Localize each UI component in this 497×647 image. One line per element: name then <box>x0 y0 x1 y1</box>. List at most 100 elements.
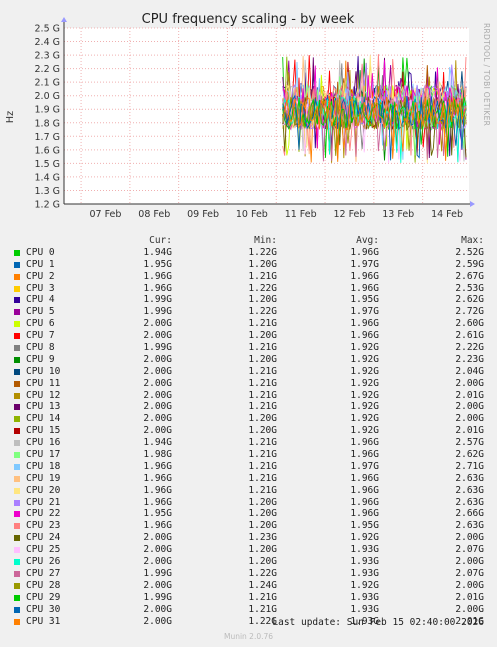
legend-avg-value: 1.96G <box>350 508 379 520</box>
legend-cur-value: 2.00G <box>143 603 172 615</box>
y-tick-label: 1.6 G <box>35 145 61 156</box>
legend-row: CPU 26 2.00G 1.20G 1.93G 2.00G <box>0 556 497 568</box>
legend-max-value: 2.67G <box>455 270 484 282</box>
legend-max-value: 2.01G <box>455 425 484 437</box>
legend-avg-value: 1.96G <box>350 437 379 449</box>
legend-series-name: CPU 13 <box>26 401 61 413</box>
legend-max-value: 2.63G <box>455 484 484 496</box>
legend-cur-value: 2.00G <box>143 532 172 544</box>
legend-cur-value: 1.94G <box>143 246 172 258</box>
legend-series-name: CPU 5 <box>26 306 55 318</box>
legend-min-value: 1.20G <box>248 330 277 342</box>
legend-cur-value: 1.99G <box>143 591 172 603</box>
legend-cur-value: 1.98G <box>143 449 172 461</box>
y-tick-label: 2.5 G <box>35 24 61 35</box>
x-tick-label: 10 Feb <box>236 209 268 220</box>
legend-avg-value: 1.92G <box>350 365 379 377</box>
legend-row: CPU 7 2.00G 1.20G 1.96G 2.61G <box>0 330 497 342</box>
legend-row: CPU 13 2.00G 1.21G 1.92G 2.00G <box>0 401 497 413</box>
legend-avg-value: 1.97G <box>350 306 379 318</box>
legend-swatch <box>14 404 20 411</box>
legend-series-name: CPU 2 <box>26 270 55 282</box>
legend-max-value: 2.07G <box>455 567 484 579</box>
legend-avg-value: 1.93G <box>350 591 379 603</box>
legend-cur-value: 1.96G <box>143 520 172 532</box>
legend-avg-value: 1.92G <box>350 389 379 401</box>
legend-swatch <box>14 487 20 494</box>
legend-swatch <box>14 392 20 399</box>
legend-row: CPU 3 1.96G 1.22G 1.96G 2.53G <box>0 283 497 295</box>
legend-cur-value: 1.99G <box>143 567 172 579</box>
legend-row: CPU 27 1.99G 1.22G 1.93G 2.07G <box>0 568 497 580</box>
legend-swatch <box>14 440 20 447</box>
y-tick-label: 2.4 G <box>35 37 61 48</box>
legend-max-value: 2.01G <box>455 389 484 401</box>
legend-max-value: 2.00G <box>455 377 484 389</box>
legend-avg-value: 1.97G <box>350 258 379 270</box>
legend-min-value: 1.21G <box>248 449 277 461</box>
y-tick-label: 1.2 G <box>35 200 61 211</box>
legend-avg-value: 1.92G <box>350 532 379 544</box>
legend-min-value: 1.22G <box>248 567 277 579</box>
x-tick-label: 09 Feb <box>187 209 219 220</box>
legend-row: CPU 2 1.96G 1.21G 1.96G 2.67G <box>0 271 497 283</box>
legend-min-value: 1.20G <box>248 544 277 556</box>
legend-cur-value: 2.00G <box>143 401 172 413</box>
y-tick-label: 1.4 G <box>35 172 61 183</box>
legend-swatch <box>14 594 20 601</box>
y-tick-label: 2.3 G <box>35 51 61 62</box>
legend-avg-value: 1.95G <box>350 294 379 306</box>
legend-row: CPU 29 1.99G 1.21G 1.93G 2.01G <box>0 592 497 604</box>
legend-cur-value: 2.00G <box>143 615 172 627</box>
legend-cur-value: 1.99G <box>143 306 172 318</box>
legend-swatch <box>14 582 20 589</box>
legend-avg-value: 1.93G <box>350 567 379 579</box>
legend-series-name: CPU 9 <box>26 353 55 365</box>
legend-cur-value: 2.00G <box>143 544 172 556</box>
legend-avg-value: 1.95G <box>350 520 379 532</box>
legend-min-value: 1.20G <box>248 425 277 437</box>
legend-series-name: CPU 1 <box>26 258 55 270</box>
legend-series-name: CPU 7 <box>26 330 55 342</box>
legend-swatch <box>14 523 20 530</box>
legend-max-value: 2.63G <box>455 520 484 532</box>
legend-max-value: 2.00G <box>455 603 484 615</box>
legend-swatch <box>14 273 20 280</box>
legend-row: CPU 17 1.98G 1.21G 1.96G 2.62G <box>0 449 497 461</box>
legend-avg-value: 1.96G <box>350 449 379 461</box>
legend-swatch <box>14 570 20 577</box>
legend-max-value: 2.72G <box>455 306 484 318</box>
legend-min-value: 1.20G <box>248 413 277 425</box>
legend-max-value: 2.57G <box>455 437 484 449</box>
legend-row: CPU 5 1.99G 1.22G 1.97G 2.72G <box>0 306 497 318</box>
legend-row: CPU 9 2.00G 1.20G 1.92G 2.23G <box>0 354 497 366</box>
y-tick-label: 1.7 G <box>35 132 61 143</box>
legend-avg-value: 1.96G <box>350 472 379 484</box>
legend-avg-value: 1.93G <box>350 603 379 615</box>
legend-series-name: CPU 21 <box>26 496 61 508</box>
legend-min-value: 1.20G <box>248 258 277 270</box>
legend-cur-value: 1.95G <box>143 258 172 270</box>
legend-min-value: 1.21G <box>248 591 277 603</box>
legend-min-value: 1.21G <box>248 460 277 472</box>
legend-series-name: CPU 11 <box>26 377 61 389</box>
legend-min-value: 1.20G <box>248 294 277 306</box>
legend-max-value: 2.00G <box>455 532 484 544</box>
legend-cur-value: 1.94G <box>143 437 172 449</box>
legend-min-value: 1.21G <box>248 270 277 282</box>
legend-series-name: CPU 10 <box>26 365 61 377</box>
y-tick-labels: 1.2 G 1.3 G 1.4 G 1.5 G 1.6 G 1.7 G 1.8 G 1.9 G… <box>35 24 61 211</box>
legend-min-value: 1.21G <box>248 365 277 377</box>
legend-series-name: CPU 23 <box>26 520 61 532</box>
legend-swatch <box>14 618 20 625</box>
legend-cur-value: 1.96G <box>143 472 172 484</box>
legend-series-name: CPU 22 <box>26 508 61 520</box>
header-max: Max: <box>461 235 484 246</box>
legend-max-value: 2.59G <box>455 258 484 270</box>
legend-series-name: CPU 27 <box>26 567 61 579</box>
legend-row: CPU 1 1.95G 1.20G 1.97G 2.59G <box>0 259 497 271</box>
legend-swatch <box>14 380 20 387</box>
legend-cur-value: 1.99G <box>143 294 172 306</box>
legend-avg-value: 1.96G <box>350 484 379 496</box>
legend-series-name: CPU 3 <box>26 282 55 294</box>
